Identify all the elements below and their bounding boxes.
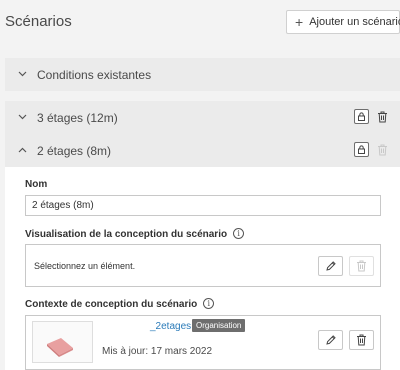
layer-thumbnail <box>32 321 93 363</box>
scenario-details: Nom 2 étages (8m) Visualisation de la co… <box>5 167 400 370</box>
add-scenario-label: Ajouter un scénario <box>309 16 400 28</box>
context-item-card: _2etages Organisation Mis à jour: 17 mar… <box>25 315 381 370</box>
delete-button <box>349 256 374 276</box>
delete-button[interactable] <box>349 330 374 350</box>
scenario-label: 3 étages (12m) <box>37 110 118 125</box>
lock-icon[interactable] <box>354 109 369 124</box>
plus-icon: + <box>295 14 304 30</box>
visualisation-label-text: Visualisation de la conception du scénar… <box>25 229 228 240</box>
scenario-row-3-etages[interactable]: 3 étages (12m) <box>5 101 400 134</box>
visualisation-label: Visualisation de la conception du scénar… <box>25 228 245 240</box>
trash-icon <box>375 142 390 157</box>
edit-button[interactable] <box>318 256 343 276</box>
row-actions <box>354 142 390 157</box>
layer-name-link[interactable]: _2etages <box>150 321 191 332</box>
info-icon[interactable]: i <box>233 228 245 239</box>
panel-title: Scénarios <box>5 13 72 30</box>
context-label: Contexte de conception du scénario i <box>25 298 215 310</box>
scenario-row-existing[interactable]: Conditions existantes <box>5 58 400 91</box>
organisation-badge: Organisation <box>192 319 246 332</box>
visualisation-placeholder: Sélectionnez un élément. <box>34 261 136 271</box>
trash-icon <box>357 260 366 272</box>
scenario-row-2-etages[interactable]: 2 étages (8m) <box>5 134 400 167</box>
panel-header: Scénarios + Ajouter un scénario <box>0 0 400 46</box>
edit-button[interactable] <box>318 330 343 350</box>
pencil-icon <box>325 261 336 271</box>
add-scenario-button[interactable]: + Ajouter un scénario <box>286 10 400 34</box>
visualisation-box: Sélectionnez un élément. <box>25 244 381 287</box>
chevron-down-icon[interactable] <box>11 69 33 80</box>
chevron-up-icon[interactable] <box>11 145 33 156</box>
context-label-text: Contexte de conception du scénario <box>25 299 198 310</box>
chevron-down-icon[interactable] <box>11 112 33 123</box>
row-actions <box>354 109 390 124</box>
pencil-icon <box>325 335 336 345</box>
scenarios-panel: Scénarios + Ajouter un scénario Conditio… <box>0 0 400 370</box>
updated-date: Mis à jour: 17 mars 2022 <box>102 346 213 357</box>
scenario-label: Conditions existantes <box>37 67 152 82</box>
scenario-label: 2 étages (8m) <box>37 143 112 158</box>
info-icon[interactable]: i <box>203 298 215 309</box>
name-label: Nom <box>25 179 48 190</box>
lock-icon[interactable] <box>354 142 369 157</box>
name-field[interactable]: 2 étages (8m) <box>25 195 381 216</box>
trash-icon[interactable] <box>375 109 390 124</box>
trash-icon <box>357 334 366 346</box>
